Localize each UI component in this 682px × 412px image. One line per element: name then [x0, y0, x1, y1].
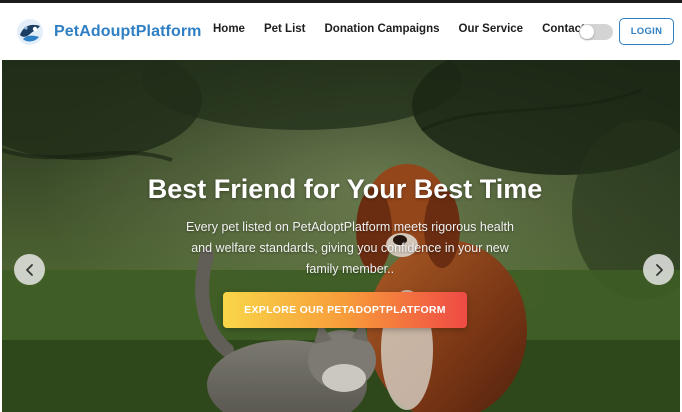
paw-globe-logo-icon [17, 19, 43, 45]
theme-toggle[interactable] [579, 24, 613, 40]
brand-name: PetAdouptPlatform [54, 23, 202, 40]
explore-button[interactable]: EXPLORE OUR PETADOPTPLATFORM [223, 292, 467, 328]
login-button[interactable]: LOGIN [619, 18, 674, 45]
nav-link-pet-list[interactable]: Pet List [264, 23, 306, 35]
hero-carousel: Best Friend for Your Best Time Every pet… [2, 60, 680, 412]
carousel-next-button[interactable] [643, 254, 674, 285]
brand-link[interactable]: PetAdouptPlatform [15, 15, 201, 49]
chevron-left-icon [25, 263, 33, 276]
nav-link-donation-campaigns[interactable]: Donation Campaigns [325, 23, 440, 35]
navbar: PetAdouptPlatform Home Pet List Donation… [0, 3, 682, 60]
nav-link-our-service[interactable]: Our Service [459, 23, 524, 35]
hero-subtitle: Every pet listed on PetAdoptPlatform mee… [186, 220, 514, 276]
hero-title: Best Friend for Your Best Time [147, 174, 543, 204]
chevron-right-icon [655, 263, 663, 276]
carousel-prev-button[interactable] [14, 254, 45, 285]
nav-links: Home Pet List Donation Campaigns Our Ser… [213, 23, 604, 35]
nav-link-home[interactable]: Home [213, 23, 245, 35]
theme-toggle-knob [580, 25, 594, 39]
